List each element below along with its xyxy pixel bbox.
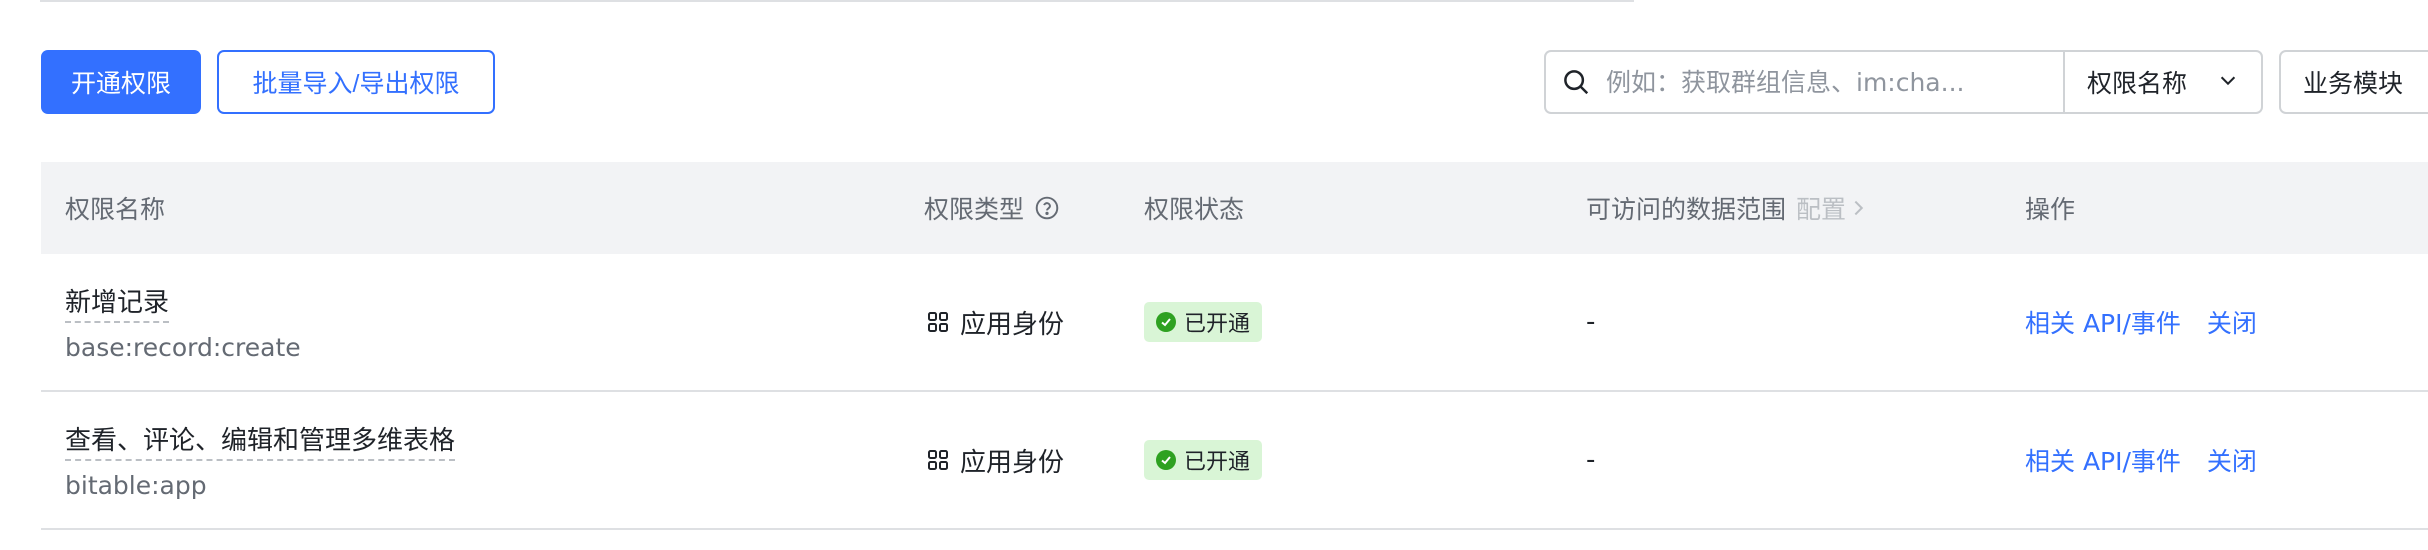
permission-type-label: 应用身份 — [960, 447, 1065, 478]
scope-config-link[interactable]: 配置 — [1796, 190, 1868, 226]
data-scope-cell: - — [1586, 307, 1596, 337]
permission-code: bitable:app — [65, 471, 207, 500]
search-input[interactable] — [1606, 67, 2046, 97]
header-status: 权限状态 — [1144, 195, 1245, 224]
table-row: 查看、评论、编辑和管理多维表格 bitable:app 应用身份 已开通 - 相… — [41, 392, 2428, 530]
close-permission-link[interactable]: 关闭 — [2207, 442, 2257, 478]
batch-import-export-button[interactable]: 批量导入/导出权限 — [217, 50, 495, 114]
related-api-link[interactable]: 相关 API/事件 — [2025, 304, 2181, 340]
enable-permission-button[interactable]: 开通权限 — [41, 50, 201, 114]
search-field-select[interactable]: 权限名称 — [2063, 50, 2263, 114]
close-permission-link[interactable]: 关闭 — [2207, 304, 2257, 340]
check-circle-icon — [1156, 450, 1176, 470]
table-header: 权限名称 权限类型 权限状态 可访问的数据范围 配置 操作 — [41, 162, 2428, 254]
permission-title[interactable]: 查看、评论、编辑和管理多维表格 — [65, 420, 456, 461]
business-module-select[interactable]: 业务模块 — [2279, 50, 2428, 114]
app-grid-icon — [926, 448, 950, 472]
data-scope-cell: - — [1586, 445, 1596, 475]
toolbar: 开通权限 批量导入/导出权限 权限名称 业务模块 — [41, 50, 2428, 114]
table-row: 新增记录 base:record:create 应用身份 已开通 - 相关 AP… — [41, 254, 2428, 392]
status-badge: 已开通 — [1144, 440, 1263, 480]
related-api-link[interactable]: 相关 API/事件 — [2025, 442, 2181, 478]
permission-type-label: 应用身份 — [960, 309, 1065, 340]
permission-code: base:record:create — [65, 333, 301, 362]
header-type: 权限类型 — [924, 162, 1060, 254]
permission-name-cell: 新增记录 base:record:create — [65, 254, 301, 390]
permission-status-cell: 已开通 — [1144, 392, 1263, 528]
permission-title[interactable]: 新增记录 — [65, 282, 170, 323]
app-grid-icon — [926, 310, 950, 334]
chevron-down-icon — [2217, 68, 2239, 97]
header-scope: 可访问的数据范围 配置 — [1586, 162, 1868, 254]
actions-cell: 相关 API/事件 关闭 — [2025, 254, 2257, 390]
search-field-select-label: 权限名称 — [2087, 69, 2188, 98]
status-badge: 已开通 — [1144, 302, 1263, 342]
help-circle-icon[interactable] — [1034, 195, 1060, 221]
permission-name-cell: 查看、评论、编辑和管理多维表格 bitable:app — [65, 392, 456, 528]
top-divider — [40, 0, 1634, 2]
header-name: 权限名称 — [65, 195, 166, 224]
permission-type-cell: 应用身份 — [926, 392, 1064, 528]
business-module-label: 业务模块 — [2303, 69, 2404, 98]
permission-status-cell: 已开通 — [1144, 254, 1263, 390]
permission-type-cell: 应用身份 — [926, 254, 1064, 390]
search-box[interactable] — [1544, 50, 2066, 114]
check-circle-icon — [1156, 312, 1176, 332]
search-icon — [1546, 50, 1606, 114]
header-actions: 操作 — [2025, 195, 2076, 224]
permission-table: 权限名称 权限类型 权限状态 可访问的数据范围 配置 操作 新增记录 base:… — [41, 162, 2428, 530]
actions-cell: 相关 API/事件 关闭 — [2025, 392, 2257, 528]
chevron-right-icon — [1850, 197, 1868, 219]
